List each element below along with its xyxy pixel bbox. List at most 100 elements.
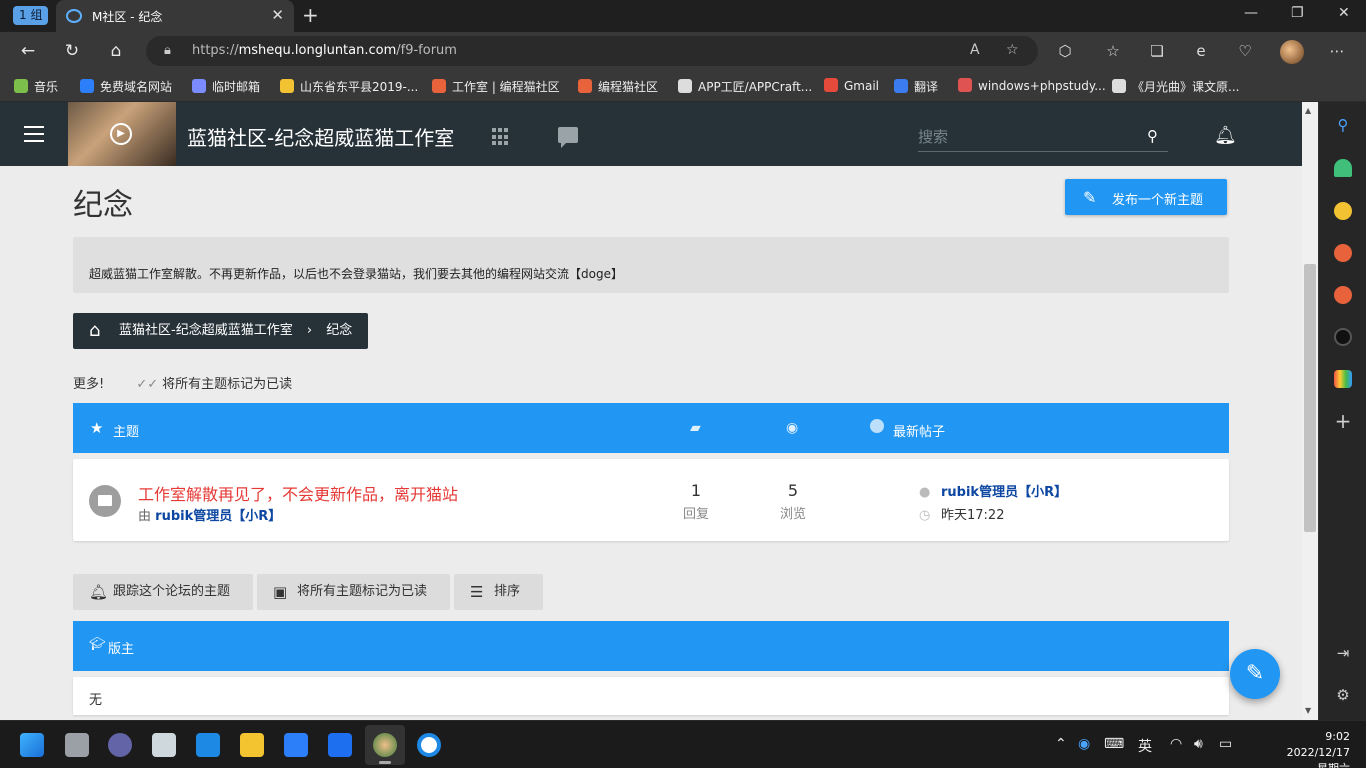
back-arrow-icon[interactable]: ← xyxy=(16,39,40,63)
browser-tab-active[interactable]: M社区 - 纪念 ✕ xyxy=(56,0,294,32)
wifi-icon[interactable]: ◠ xyxy=(1170,736,1182,752)
bulb-app-icon[interactable] xyxy=(1334,202,1352,220)
collections-icon[interactable]: ❏ xyxy=(1146,40,1168,62)
minimize-icon[interactable]: — xyxy=(1244,5,1258,21)
page-scrollbar[interactable]: ▲ ▼ xyxy=(1302,102,1318,720)
more-link[interactable]: 更多! xyxy=(73,377,104,392)
keyboard-icon[interactable]: ⌨ xyxy=(1104,736,1124,752)
scrollbar-thumb[interactable] xyxy=(1304,264,1316,532)
home-icon[interactable]: ⌂ xyxy=(89,313,100,349)
browser-profile-app-icon[interactable] xyxy=(373,733,397,757)
add-icon[interactable]: + xyxy=(1334,411,1352,431)
read-aloud-icon[interactable]: A xyxy=(970,42,980,58)
app-icon[interactable] xyxy=(284,733,308,757)
bookmark-item[interactable]: windows+phpstudy... xyxy=(958,78,1106,94)
browser-sidebar: ⚲ + ⇥ ⚙ xyxy=(1318,102,1366,720)
tab-group-label[interactable]: 1 组 xyxy=(13,6,49,25)
chevron-up-icon[interactable]: ⌃ xyxy=(1055,736,1067,752)
notifications-bell-icon[interactable]: 🔔︎ xyxy=(1214,125,1237,146)
app-icon[interactable] xyxy=(328,733,352,757)
topic-author-link[interactable]: rubik管理员【小R】 xyxy=(155,509,281,524)
latest-post-time[interactable]: 昨天17:22 xyxy=(941,508,1004,523)
bookmark-item[interactable]: APP工匠/APPCraft... xyxy=(678,78,812,94)
cat-app-icon[interactable] xyxy=(1334,286,1352,304)
clock-icon: ◷ xyxy=(919,508,931,523)
lock-icon[interactable]: 🔒︎ xyxy=(164,43,171,58)
browser-essentials-icon[interactable]: ♡ xyxy=(1234,40,1256,62)
cat-app-icon[interactable] xyxy=(1334,244,1352,262)
settings-gear-icon[interactable]: ⚙ xyxy=(1334,686,1352,704)
close-window-icon[interactable]: ✕ xyxy=(1338,5,1350,21)
mark-read-icon: ▣ xyxy=(273,583,288,601)
moderators-row: 无 xyxy=(73,677,1229,715)
profile-avatar[interactable] xyxy=(1280,40,1304,64)
scroll-up-arrow-icon[interactable]: ▲ xyxy=(1305,106,1311,115)
ime-indicator[interactable]: 英 xyxy=(1138,736,1152,756)
home-icon[interactable]: ⌂ xyxy=(104,39,128,63)
bookmarks-bar: 音乐 免费域名网站 临时邮箱 山东省东平县2019-... 工作室 | 编程猫社… xyxy=(0,70,1366,102)
search-input[interactable] xyxy=(918,125,1138,149)
search-icon[interactable]: ⚲ xyxy=(1334,116,1352,134)
favorites-icon[interactable]: ☆ xyxy=(1102,40,1124,62)
edge-tray-icon[interactable]: ◉ xyxy=(1078,736,1090,752)
extensions-icon[interactable]: ⬡ xyxy=(1054,40,1076,62)
bookmark-item[interactable]: 山东省东平县2019-... xyxy=(280,78,418,94)
restore-icon[interactable]: ❐ xyxy=(1291,5,1304,21)
column-latest: 最新帖子 xyxy=(893,425,946,440)
file-explorer-icon[interactable] xyxy=(240,733,264,757)
new-tab-button[interactable]: + xyxy=(302,3,319,27)
volume-icon[interactable]: 🔊︎ xyxy=(1194,736,1203,752)
bookmark-item[interactable]: 编程猫社区 xyxy=(578,78,658,94)
office-app-icon[interactable] xyxy=(1334,370,1352,388)
new-topic-button[interactable]: ✎ 发布一个新主题 xyxy=(1065,179,1227,215)
bookmark-item[interactable]: Gmail xyxy=(824,78,879,94)
bookmark-item[interactable]: 翻译 xyxy=(894,78,938,94)
bookmark-favicon xyxy=(678,79,692,93)
mark-all-read-link[interactable]: ✓✓ 将所有主题标记为已读 xyxy=(136,377,292,392)
breadcrumb-home[interactable]: 蓝猫社区-纪念超威蓝猫工作室 xyxy=(119,323,293,338)
topic-status-icon xyxy=(89,485,121,517)
system-clock[interactable]: 9:02 2022/12/17 星期六 xyxy=(1280,729,1350,768)
track-forum-button[interactable]: 🔔︎ 跟踪这个论坛的主题 xyxy=(73,574,253,610)
app-icon[interactable] xyxy=(196,733,220,757)
app-icon[interactable] xyxy=(152,733,176,757)
topic-title-link[interactable]: 工作室解散再见了，不会更新作品，离开猫站 xyxy=(138,481,458,505)
search-icon[interactable]: ⚲ xyxy=(1147,127,1158,145)
bell-icon: 🔔︎ xyxy=(89,583,109,601)
bookmark-item[interactable]: 工作室 | 编程猫社区 xyxy=(432,78,560,94)
scroll-down-arrow-icon[interactable]: ▼ xyxy=(1305,706,1311,715)
breadcrumb-current[interactable]: 纪念 xyxy=(326,323,352,338)
bookmark-item[interactable]: 音乐 xyxy=(14,78,58,94)
sort-button[interactable]: ☰ 排序 xyxy=(454,574,543,610)
bookmark-item[interactable]: 免费域名网站 xyxy=(80,78,172,94)
mark-read-button[interactable]: ▣ 将所有主题标记为已读 xyxy=(257,574,450,610)
new-post-fab[interactable]: ✎ xyxy=(1230,649,1280,699)
site-title[interactable]: 蓝猫社区-纪念超威蓝猫工作室 xyxy=(187,122,454,151)
messages-icon[interactable] xyxy=(558,127,578,148)
bookmark-item[interactable]: 临时邮箱 xyxy=(192,78,260,94)
task-view-icon[interactable] xyxy=(65,733,89,757)
url-text[interactable]: https://mshequ.longluntan.com/f9-forum xyxy=(192,43,457,58)
edge-icon[interactable] xyxy=(417,733,441,757)
app-icon[interactable] xyxy=(1334,328,1352,346)
tree-app-icon[interactable] xyxy=(1334,159,1352,177)
close-tab-icon[interactable]: ✕ xyxy=(271,6,284,24)
views-column-eye-icon: ◉ xyxy=(786,420,799,436)
bookmark-favicon xyxy=(280,79,294,93)
apps-grid-icon[interactable] xyxy=(492,128,510,146)
site-logo[interactable]: ▶ xyxy=(68,102,176,166)
hide-sidebar-icon[interactable]: ⇥ xyxy=(1334,644,1352,662)
battery-icon[interactable]: ▭ xyxy=(1219,736,1232,752)
menu-icon[interactable] xyxy=(24,126,44,142)
address-bar[interactable]: 🔒︎ https://mshequ.longluntan.com/f9-foru… xyxy=(146,36,1038,66)
bookmark-favicon xyxy=(1112,79,1126,93)
ie-mode-icon[interactable]: e xyxy=(1190,40,1212,62)
chevron-right-icon: › xyxy=(306,323,313,338)
latest-post-user-link[interactable]: rubik管理员【小R】 xyxy=(941,485,1067,500)
more-menu-icon[interactable]: ⋯ xyxy=(1326,40,1348,62)
favorite-add-icon[interactable]: ☆ xyxy=(1006,42,1019,58)
reload-icon[interactable]: ↻ xyxy=(60,39,84,63)
bookmark-item[interactable]: 《月光曲》课文原... xyxy=(1112,78,1239,94)
windows-start-icon[interactable] xyxy=(20,733,44,757)
teams-chat-icon[interactable] xyxy=(108,733,132,757)
